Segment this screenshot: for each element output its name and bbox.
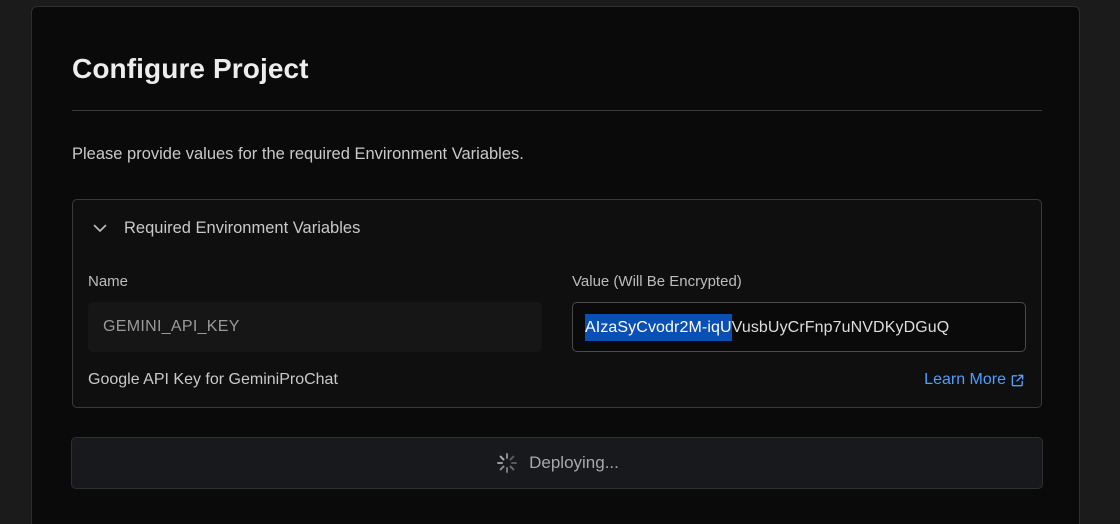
chevron-down-icon — [91, 219, 109, 237]
env-name-input[interactable] — [88, 302, 542, 352]
env-variables-panel: Required Environment Variables Name Valu… — [72, 199, 1042, 408]
learn-more-label: Learn More — [924, 371, 1006, 388]
value-selected-text: AIzaSyCvodr2M-iqU — [585, 313, 732, 341]
env-value-input[interactable]: AIzaSyCvodr2M-iqU VusbUyCrFnp7uNVDKyDGuQ — [572, 302, 1026, 352]
page-background: Configure Project Please provide values … — [0, 0, 1120, 524]
env-help-text: Google API Key for GeminiProChat — [88, 371, 338, 388]
value-remaining-text: VusbUyCrFnp7uNVDKyDGuQ — [731, 318, 950, 336]
env-panel-title: Required Environment Variables — [124, 219, 361, 237]
deploy-status-label: Deploying... — [529, 453, 619, 472]
page-description: Please provide values for the required E… — [72, 145, 524, 163]
external-link-icon — [1010, 373, 1025, 388]
configure-project-card: Configure Project Please provide values … — [31, 6, 1080, 524]
value-field-label: Value (Will Be Encrypted) — [572, 273, 742, 290]
title-divider — [72, 110, 1042, 111]
deploy-button[interactable]: Deploying... — [71, 437, 1043, 489]
page-title: Configure Project — [72, 53, 309, 84]
spinner-icon — [495, 451, 519, 475]
name-field-label: Name — [88, 273, 129, 290]
env-panel-toggle[interactable]: Required Environment Variables — [91, 216, 360, 240]
learn-more-link[interactable]: Learn More — [924, 369, 1025, 391]
